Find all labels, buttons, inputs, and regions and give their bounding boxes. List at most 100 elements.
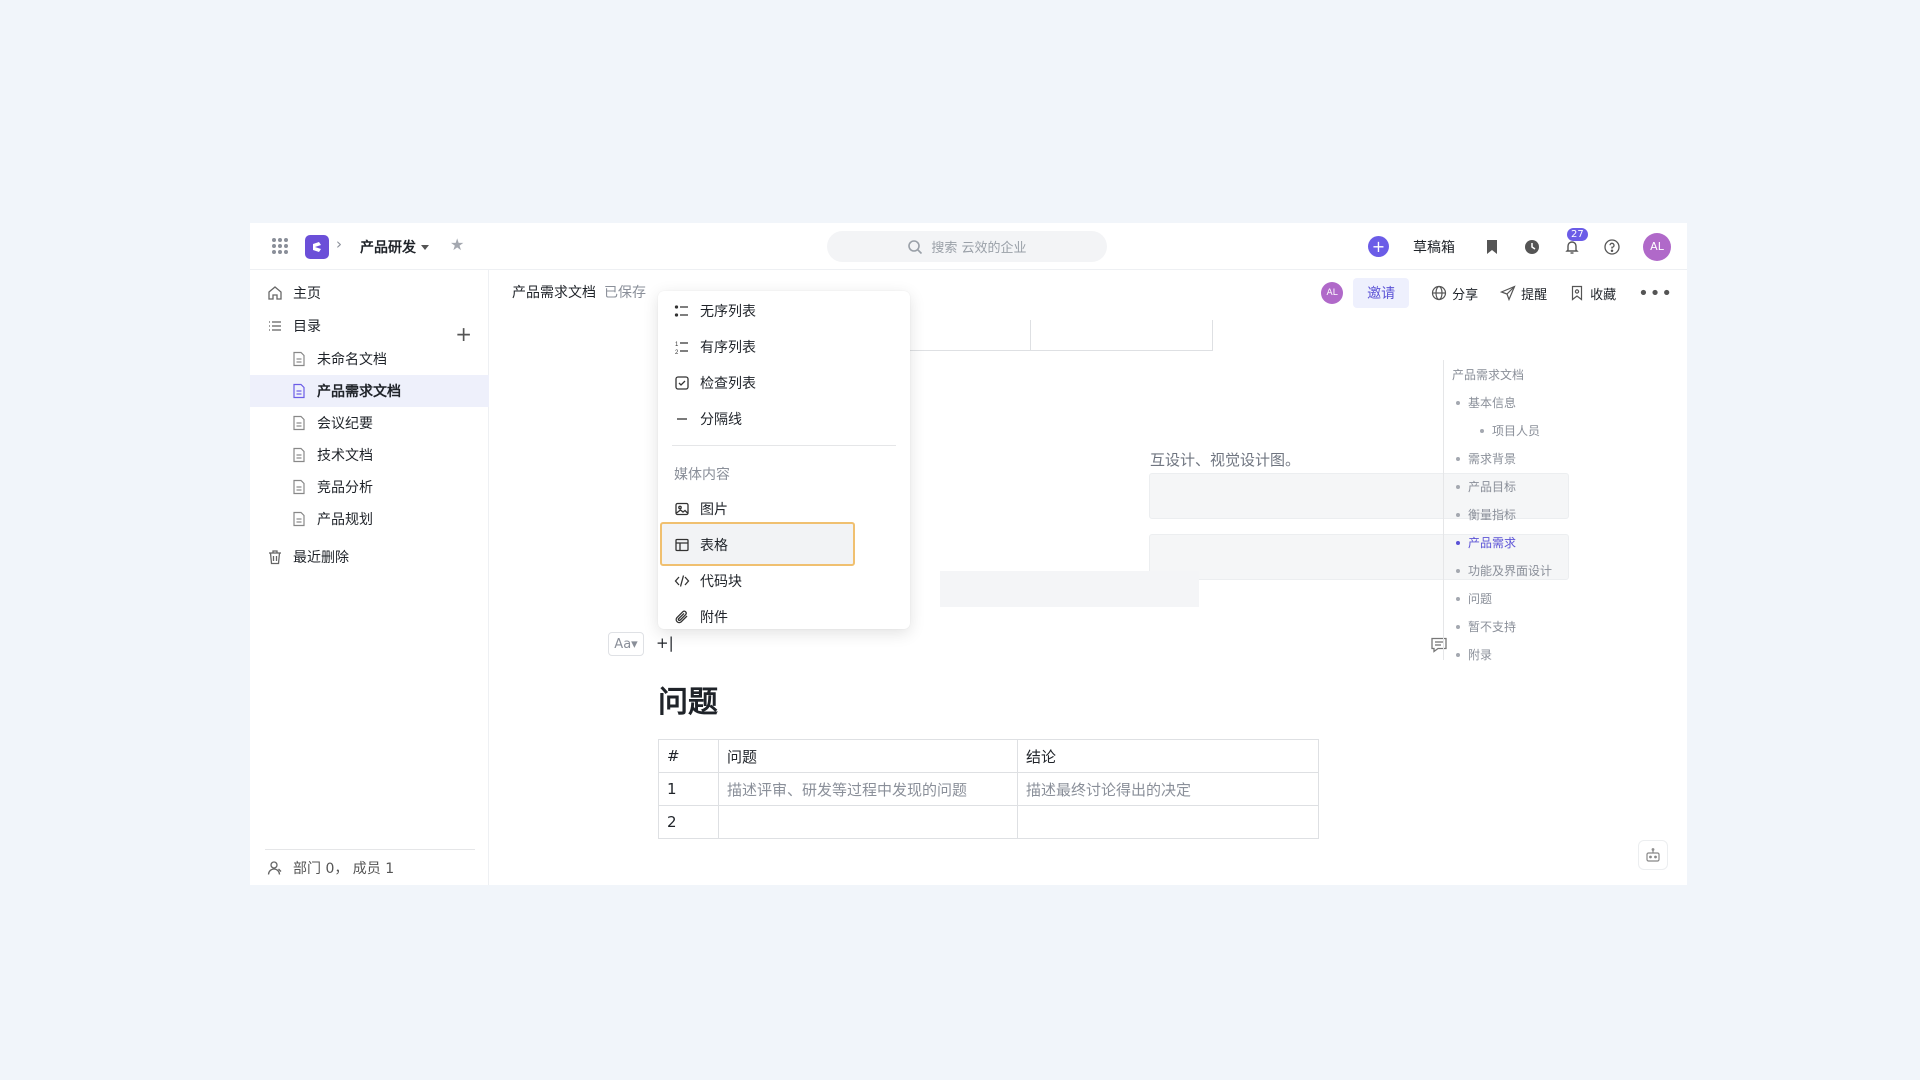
toc-item-label: 暂不支持 [1468,620,1517,634]
toc-item[interactable]: 产品目标 [1456,478,1516,495]
toc-title[interactable]: 产品需求文档 [1452,366,1524,383]
collaborator-avatar[interactable]: AL [1321,282,1344,304]
text-format-button[interactable]: Aa ▾ [608,632,644,656]
share-button[interactable]: 分享 [1431,284,1478,303]
trash-icon [269,550,281,565]
checkbox-icon [675,376,689,390]
notification-badge: 27 [1567,227,1588,241]
editor-cursor[interactable]: +| [656,634,674,652]
toc-item[interactable]: 基本信息 [1456,394,1516,411]
save-status: 已保存 [604,285,646,301]
menu-item-attachment[interactable]: 附件 [658,599,910,629]
svg-text:1: 1 [675,342,679,348]
table-row: 1 描述评审、研发等过程中发现的问题 描述最终讨论得出的决定 [658,772,1319,806]
sidebar-trash-label: 最近删除 [293,550,349,566]
toc-item[interactable]: 暂不支持 [1456,618,1516,635]
menu-item-ordered-list[interactable]: 1 2 有序列表 [658,329,910,365]
sidebar-doc-item[interactable]: 会议纪要 [250,407,489,439]
sidebar-doc-item[interactable]: 未命名文档 [250,343,489,375]
notification-bell-icon[interactable]: 27 [1563,227,1588,256]
menu-item-checklist[interactable]: 检查列表 [658,365,910,401]
menu-item-code-block[interactable]: 代码块 [658,563,910,599]
table-cell[interactable]: 1 [658,772,719,806]
bookmark-icon[interactable] [1483,238,1501,256]
doc-actions: AL 邀请 分享 提醒 收藏 ••• [1321,278,1673,308]
logo-icon[interactable] [305,235,329,259]
favorite-button[interactable]: 收藏 [1569,284,1616,303]
toc-item[interactable]: 附录 [1456,646,1492,663]
toc-item-label: 衡量指标 [1468,508,1517,522]
menu-item-label: 表格 [700,538,728,554]
drafts-link[interactable]: 草稿箱 [1413,237,1455,257]
menu-item-image[interactable]: 图片 [658,491,910,527]
create-button[interactable]: + [1368,236,1389,257]
menu-separator [672,445,896,446]
table-header-cell[interactable]: # [658,739,719,773]
sidebar-item-trash[interactable]: 最近删除 [250,541,489,573]
document-icon [293,511,305,527]
menu-group-label: 媒体内容 [674,467,730,483]
remind-button[interactable]: 提醒 [1500,284,1547,303]
table-header-cell[interactable]: 问题 [718,739,1018,773]
sidebar-doc-item-active[interactable]: 产品需求文档 [250,375,489,407]
user-icon [267,860,282,875]
sidebar-doc-item[interactable]: 技术文档 [250,439,489,471]
sidebar: 主页 目录 + 未命名文档 产品需求文档 会议纪要 技术文档 竞品分析 产品规划… [250,270,489,885]
bullet-list-icon [674,305,688,317]
table-cell[interactable] [718,805,1018,839]
clock-icon[interactable] [1523,238,1541,256]
list-icon [269,321,281,331]
workspace-switcher[interactable]: 产品研发 [360,237,429,257]
toc-item-label: 功能及界面设计 [1468,564,1553,578]
members-count: 部门 0， 成员 1 [293,860,395,877]
menu-item-label: 无序列表 [700,304,756,320]
table-icon [675,538,689,552]
sidebar-doc-item[interactable]: 竞品分析 [250,471,489,503]
svg-text:2: 2 [675,350,679,355]
toc-item-active[interactable]: 产品需求 [1456,534,1516,551]
toc-item[interactable]: 功能及界面设计 [1456,562,1552,579]
menu-item-bullet-list[interactable]: 无序列表 [658,293,910,329]
menu-item-label: 检查列表 [700,376,756,392]
toc-item[interactable]: 问题 [1456,590,1492,607]
table-cell[interactable] [1017,805,1319,839]
toc-item-label: 问题 [1468,592,1493,606]
menu-item-table[interactable]: 表格 [658,527,910,563]
toc-item[interactable]: 项目人员 [1480,422,1540,439]
toc-item[interactable]: 衡量指标 [1456,506,1516,523]
sidebar-doc-label: 竞品分析 [317,480,373,496]
assistant-button[interactable] [1638,840,1668,870]
sidebar-doc-label: 技术文档 [317,448,373,464]
menu-item-label: 分隔线 [700,412,742,428]
table-cell[interactable]: 描述评审、研发等过程中发现的问题 [718,772,1018,806]
issues-table[interactable]: # 问题 结论 1 描述评审、研发等过程中发现的问题 描述最终讨论得出的决定 2 [658,739,1319,839]
sidebar-footer[interactable]: 部门 0， 成员 1 [265,849,475,885]
bookmark-outline-icon [1572,285,1583,301]
sidebar-item-catalog[interactable]: 目录 [250,310,489,342]
app-grid-icon[interactable] [272,238,288,254]
favorite-label: 收藏 [1590,287,1617,303]
search-bar[interactable]: 搜索 云效的企业 [827,231,1107,262]
invite-button[interactable]: 邀请 [1353,278,1410,308]
star-icon[interactable]: ★ [450,235,464,254]
table-cell[interactable]: 2 [658,805,719,839]
user-avatar[interactable]: AL [1643,232,1671,261]
top-right-actions: + 草稿箱 27 AL [1368,223,1671,270]
sidebar-doc-item[interactable]: 产品规划 [250,503,489,535]
send-icon [1500,285,1516,301]
sidebar-doc-label: 未命名文档 [317,352,387,368]
document-icon [293,415,305,431]
sidebar-doc-label: 产品需求文档 [317,384,401,400]
toc-item[interactable]: 需求背景 [1456,450,1516,467]
menu-item-label: 有序列表 [700,340,756,356]
more-icon[interactable]: ••• [1638,283,1673,304]
table-cell[interactable]: 描述最终讨论得出的决定 [1017,772,1319,806]
table-header-row: # 问题 结论 [658,739,1319,773]
sidebar-item-home[interactable]: 主页 [250,277,489,309]
menu-item-divider[interactable]: 分隔线 [658,401,910,437]
document-icon [293,383,305,399]
document-icon [293,479,305,495]
table-header-cell[interactable]: 结论 [1017,739,1319,773]
help-icon[interactable] [1603,238,1621,256]
top-bar: › 产品研发 ★ 搜索 云效的企业 + 草稿箱 27 AL [250,223,1687,270]
